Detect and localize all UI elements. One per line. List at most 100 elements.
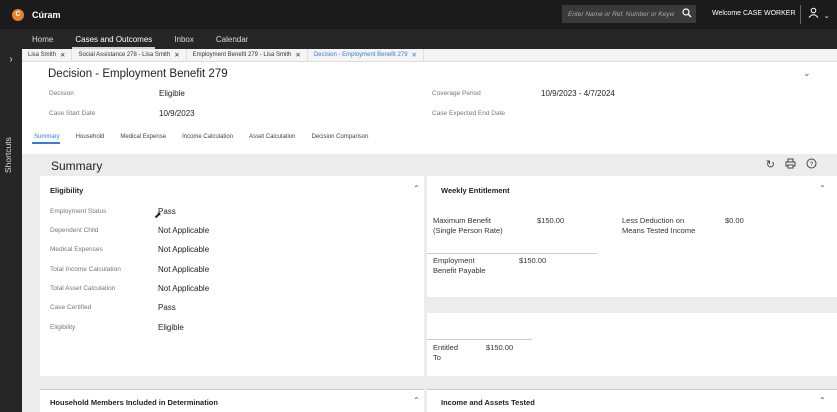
weekly-entitlement-card: Weekly Entitlement ⌃ Maximum Benefit (Si… xyxy=(427,176,837,376)
max-benefit-label: Maximum Benefit (Single Person Rate) xyxy=(433,216,503,236)
payable-value: $150.00 xyxy=(519,256,547,265)
eligibility-label: Eligibility xyxy=(50,324,76,331)
main-nav: Home Cases and Outcomes Inbox Calendar xyxy=(0,29,837,49)
chevron-down-icon[interactable]: ⌄ xyxy=(803,68,811,79)
total-income-label: Total Income Calculation xyxy=(50,266,121,273)
medical-expenses-label: Medical Expenses xyxy=(50,246,103,253)
subtab-asset-calculation[interactable]: Asset Calculation xyxy=(241,128,303,146)
tab-employment-benefit[interactable]: Employment Benefit 279 - Lisa Smith ✕ xyxy=(187,48,308,62)
tab-label: Lisa Smith xyxy=(28,52,57,58)
user-icon xyxy=(808,7,822,21)
close-icon[interactable]: ✕ xyxy=(174,51,179,59)
subtab-bar: Summary Household Medical Expense Income… xyxy=(22,128,376,146)
app-brand: Cúram xyxy=(32,9,61,20)
tab-label: Decision - Employment Benefit 279 xyxy=(313,52,408,58)
household-members-title: Household Members Included in Determinat… xyxy=(50,398,218,407)
summary-title: Summary xyxy=(51,159,103,173)
chevron-up-icon[interactable]: ⌃ xyxy=(413,184,420,193)
case-start-label: Case Start Date xyxy=(49,110,96,117)
user-menu-button[interactable]: ⌄ xyxy=(808,7,830,21)
search-icon[interactable] xyxy=(678,7,696,21)
coverage-value: 10/9/2023 - 4/7/2024 xyxy=(541,89,615,98)
mouse-cursor-icon: ⬈ xyxy=(154,210,162,220)
nav-inbox[interactable]: Inbox xyxy=(163,29,205,49)
subtab-decision-comparison[interactable]: Decision Comparison xyxy=(303,128,376,146)
decision-label: Decision xyxy=(49,90,74,97)
medical-expenses-value: Not Applicable xyxy=(158,245,210,254)
shortcuts-rail: › Shortcuts xyxy=(0,49,22,412)
eligibility-value: Eligible xyxy=(158,323,184,332)
divider xyxy=(427,253,597,254)
employment-status-label: Employment Status xyxy=(50,208,107,215)
top-bar: C Cúram Enter Name or Ref. Number or Key… xyxy=(0,0,837,29)
refresh-icon[interactable]: ↻ xyxy=(766,158,775,172)
tab-label: Employment Benefit 279 - Lisa Smith xyxy=(192,52,292,58)
entitled-value: $150.00 xyxy=(486,343,514,352)
help-icon[interactable]: ? xyxy=(806,158,817,172)
max-benefit-label-line1: Maximum Benefit xyxy=(433,216,491,225)
chevron-up-icon[interactable]: ⌃ xyxy=(819,184,826,193)
chevron-up-icon[interactable]: ⌃ xyxy=(413,396,420,405)
dependent-child-value: Not Applicable xyxy=(158,226,210,235)
summary-section: Summary ↻ ? Eligibility ⌃ Employment Sta… xyxy=(40,156,837,412)
total-income-value: Not Applicable xyxy=(158,265,210,274)
tab-lisa-smith[interactable]: Lisa Smith ✕ xyxy=(22,48,73,62)
tab-decision[interactable]: Decision - Employment Benefit 279 ✕ xyxy=(308,48,424,62)
case-certified-label: Case Certified xyxy=(50,304,92,311)
income-assets-card: Income and Assets Tested ⌃ xyxy=(427,389,837,412)
coverage-label: Coverage Period xyxy=(432,90,481,97)
subtab-summary[interactable]: Summary xyxy=(22,128,68,146)
entitled-label: Entitled To xyxy=(433,343,458,363)
svg-text:?: ? xyxy=(810,161,814,168)
eligibility-card: Eligibility ⌃ Employment Status Pass Dep… xyxy=(40,176,424,376)
search-box[interactable]: Enter Name or Ref. Number or Keyw xyxy=(562,5,696,23)
income-assets-title: Income and Assets Tested xyxy=(441,398,535,407)
max-benefit-label-line2: (Single Person Rate) xyxy=(433,226,503,235)
tab-bar: Lisa Smith ✕ Social Assistance 278 - Lisa… xyxy=(22,48,837,62)
household-members-card: Household Members Included in Determinat… xyxy=(40,389,424,412)
subtab-household[interactable]: Household xyxy=(68,128,113,146)
decision-header: Decision - Employment Benefit 279 ⌄ Deci… xyxy=(22,62,837,154)
close-icon[interactable]: ✕ xyxy=(60,51,65,59)
summary-toolbar: ↻ ? xyxy=(766,158,817,172)
expected-end-label: Case Expected End Date xyxy=(432,110,505,117)
print-icon[interactable] xyxy=(785,158,796,172)
nav-home[interactable]: Home xyxy=(22,29,64,49)
weekly-entitlement-title: Weekly Entitlement xyxy=(441,186,510,195)
entitled-label-line2: To xyxy=(433,353,441,362)
divider xyxy=(800,5,801,24)
max-benefit-value: $150.00 xyxy=(537,216,565,225)
nav-calendar[interactable]: Calendar xyxy=(205,29,259,49)
expand-shortcuts-icon[interactable]: › xyxy=(0,54,22,65)
less-deduction-value: $0.00 xyxy=(725,216,744,225)
chevron-up-icon[interactable]: ⌃ xyxy=(819,396,826,405)
subtab-income-calculation[interactable]: Income Calculation xyxy=(174,128,241,146)
entitled-label-line1: Entitled xyxy=(433,343,459,352)
tab-label: Social Assistance 278 - Lisa Smith xyxy=(78,52,171,58)
close-icon[interactable]: ✕ xyxy=(412,51,417,59)
welcome-text: Welcome CASE WORKER xyxy=(712,10,796,17)
page-title: Decision - Employment Benefit 279 xyxy=(48,68,228,80)
divider xyxy=(427,339,532,340)
payable-label-line2: Benefit Payable xyxy=(433,266,486,275)
case-certified-value: Pass xyxy=(158,303,176,312)
decision-value: Eligible xyxy=(159,89,185,98)
case-start-value: 10/9/2023 xyxy=(159,109,195,118)
total-asset-label: Total Asset Calculation xyxy=(50,285,116,292)
tab-social-assistance[interactable]: Social Assistance 278 - Lisa Smith ✕ xyxy=(72,48,187,62)
dependent-child-label: Dependent Child xyxy=(50,227,99,234)
less-deduction-label-line2: Means Tested Income xyxy=(622,226,696,235)
shortcuts-label[interactable]: Shortcuts xyxy=(3,137,13,173)
total-asset-value: Not Applicable xyxy=(158,284,210,293)
subtab-medical-expense[interactable]: Medical Expense xyxy=(112,128,174,146)
payable-label-line1: Employment xyxy=(433,256,475,265)
eligibility-title: Eligibility xyxy=(50,186,84,195)
less-deduction-label: Less Deduction on Means Tested Income xyxy=(622,216,695,236)
search-input[interactable]: Enter Name or Ref. Number or Keyw xyxy=(562,11,678,18)
payable-label: Employment Benefit Payable xyxy=(433,256,486,276)
less-deduction-label-line1: Less Deduction on xyxy=(622,216,685,225)
close-icon[interactable]: ✕ xyxy=(295,51,300,59)
nav-cases-and-outcomes[interactable]: Cases and Outcomes xyxy=(64,29,163,49)
curam-logo-icon: C xyxy=(12,8,24,21)
separator-band xyxy=(427,297,837,313)
